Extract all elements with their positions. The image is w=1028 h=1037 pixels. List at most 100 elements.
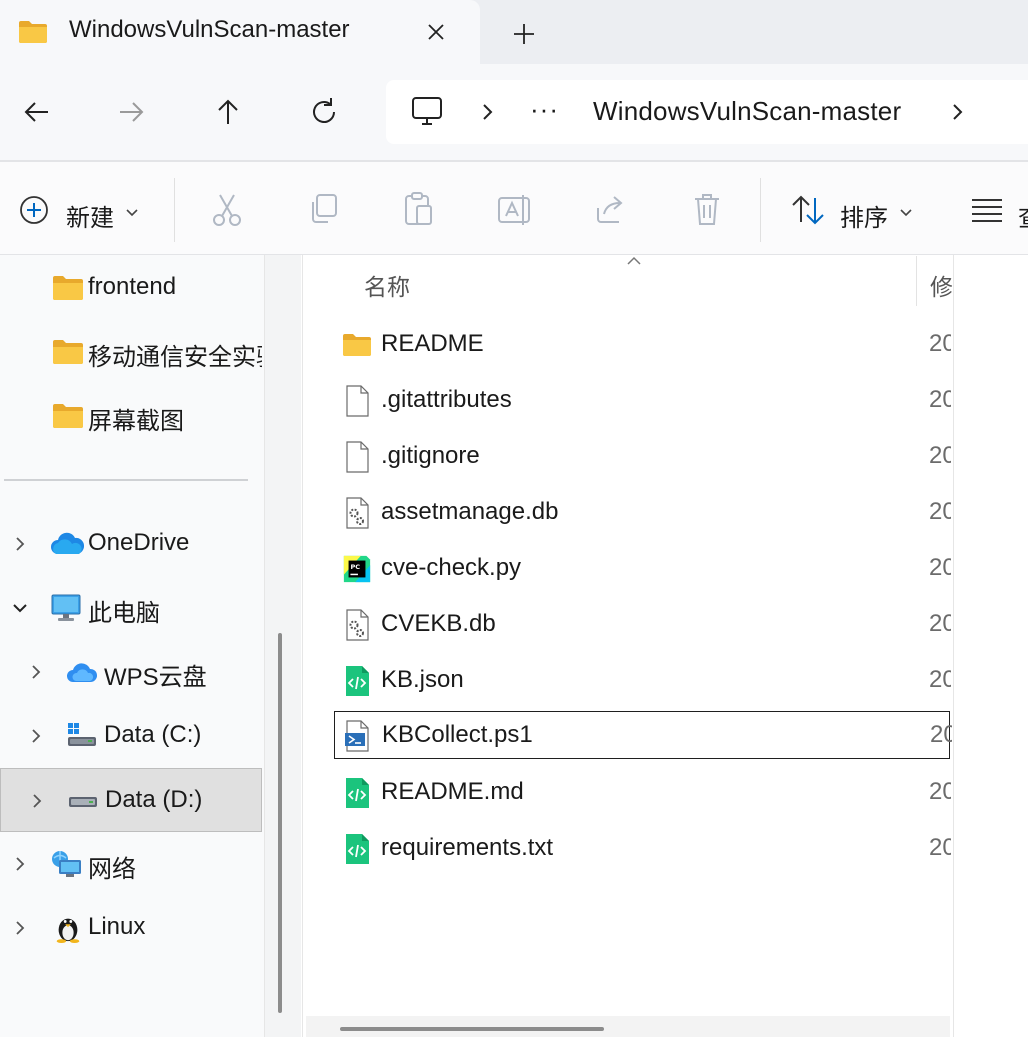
powershell-file-icon <box>345 720 369 752</box>
file-row[interactable]: README.md 20 <box>334 768 951 816</box>
chevron-right-icon[interactable] <box>10 854 30 874</box>
nav-item-label: 此电脑 <box>88 600 160 627</box>
code-file-icon <box>346 834 369 864</box>
column-header-name[interactable]: 名称 <box>364 268 410 302</box>
nav-item-linux[interactable]: Linux <box>0 897 262 959</box>
file-name: .gitignore <box>381 442 480 469</box>
up-icon[interactable] <box>208 92 248 132</box>
chevron-right-icon[interactable] <box>26 662 46 682</box>
file-date: 20 <box>929 386 951 413</box>
file-row[interactable]: .gitattributes 20 <box>334 376 951 424</box>
nav-item-this-pc[interactable]: 此电脑 <box>0 577 262 639</box>
cut-icon[interactable] <box>210 192 244 228</box>
file-name: README.md <box>381 778 524 805</box>
this-pc-address-icon[interactable] <box>410 94 444 128</box>
column-separator[interactable] <box>916 256 917 306</box>
horizontal-scrollbar-thumb[interactable] <box>340 1027 604 1031</box>
nav-item-label: frontend <box>88 273 177 300</box>
this-pc-icon <box>51 594 81 621</box>
navigation-pane: frontend 移动通信安全实验 屏幕截图 OneDrive 此电脑 WPS云… <box>0 255 300 1037</box>
blank-file-icon <box>346 385 369 417</box>
folder-icon <box>343 334 371 356</box>
back-icon[interactable] <box>18 92 58 132</box>
file-row[interactable]: PC cve-check.py 20 <box>334 544 951 592</box>
code-file-icon <box>346 778 369 808</box>
chevron-right-icon[interactable] <box>27 791 47 811</box>
folder-icon <box>53 340 83 364</box>
chevron-right-icon[interactable] <box>26 726 46 746</box>
new-tab-icon[interactable] <box>508 18 540 50</box>
settings-file-icon <box>346 497 369 529</box>
chevron-right-icon[interactable] <box>10 534 30 554</box>
drive-icon <box>69 797 97 807</box>
new-button[interactable]: 新建 <box>14 188 164 234</box>
divider <box>760 178 761 242</box>
tab-title: WindowsVulnScan-master <box>69 16 350 43</box>
nav-item-drive-d[interactable]: Data (D:) <box>0 768 262 832</box>
file-name: cve-check.py <box>381 554 522 581</box>
file-row[interactable]: .gitignore 20 <box>334 432 951 480</box>
file-name: KBCollect.ps1 <box>382 721 533 748</box>
file-name: CVEKB.db <box>381 610 496 637</box>
nav-item-screenshots[interactable]: 屏幕截图 <box>0 385 262 447</box>
nav-item-label: 屏幕截图 <box>88 408 184 435</box>
tab-active[interactable]: WindowsVulnScan-master <box>0 0 480 66</box>
view-button[interactable]: 查 <box>966 188 1028 234</box>
nav-item-label: Data (D:) <box>105 786 203 813</box>
file-date: 20 <box>929 330 951 357</box>
new-label: 新建 <box>66 205 114 232</box>
nav-pane-scrollbar-thumb[interactable] <box>278 633 282 1013</box>
file-name: .gitattributes <box>381 386 512 413</box>
nav-item-label: 移动通信安全实验 <box>88 344 262 371</box>
file-date: 20 <box>929 834 951 861</box>
view-label: 查 <box>1018 198 1028 233</box>
nav-item-label: OneDrive <box>88 529 190 556</box>
rename-icon[interactable] <box>496 192 534 228</box>
nav-item-wps-cloud[interactable]: WPS云盘 <box>0 641 262 703</box>
divider <box>174 178 175 242</box>
file-row[interactable]: KB.json 20 <box>334 656 951 704</box>
nav-item-network[interactable]: 网络 <box>0 833 262 895</box>
folder-icon <box>53 404 83 428</box>
address-current-folder[interactable]: WindowsVulnScan-master <box>593 96 901 127</box>
chevron-right-icon[interactable] <box>10 918 30 938</box>
file-row-focused[interactable]: KBCollect.ps1 20 <box>334 711 952 759</box>
paste-icon[interactable] <box>402 190 436 228</box>
file-name: README <box>381 330 484 357</box>
close-tab-icon[interactable] <box>422 18 450 46</box>
nav-pane-scrollbar[interactable] <box>264 255 301 1037</box>
svg-text:PC: PC <box>350 563 360 571</box>
system-drive-icon <box>68 723 96 746</box>
file-name: requirements.txt <box>381 834 554 861</box>
file-date: 20 <box>929 554 951 581</box>
share-icon[interactable] <box>594 192 628 226</box>
file-row[interactable]: CVEKB.db 20 <box>334 600 951 648</box>
file-row[interactable]: README 20 <box>334 320 951 368</box>
nav-item-mobile-security-lab[interactable]: 移动通信安全实验 <box>0 321 262 383</box>
file-row[interactable]: assetmanage.db 20 <box>334 488 951 536</box>
nav-item-drive-c[interactable]: Data (C:) <box>0 705 262 767</box>
delete-icon[interactable] <box>690 192 724 228</box>
folder-icon <box>53 276 83 300</box>
code-file-icon <box>346 666 369 696</box>
chevron-down-icon[interactable] <box>10 598 30 618</box>
chevron-right-icon[interactable] <box>476 100 500 124</box>
forward-icon[interactable] <box>112 92 152 132</box>
file-date: 20 <box>929 666 951 693</box>
chevron-right-icon[interactable] <box>946 100 970 124</box>
file-row[interactable]: requirements.txt 20 <box>334 824 951 872</box>
blank-file-icon <box>346 441 369 473</box>
column-header-modified[interactable]: 修 <box>930 268 952 302</box>
plus-circle-icon <box>20 196 48 224</box>
file-date: 20 <box>929 442 951 469</box>
refresh-icon[interactable] <box>304 92 344 132</box>
nav-item-label: Linux <box>88 913 146 940</box>
nav-item-onedrive[interactable]: OneDrive <box>0 513 262 575</box>
copy-icon[interactable] <box>306 192 340 226</box>
address-overflow-button[interactable]: ··· <box>530 94 559 125</box>
wps-cloud-icon <box>67 663 98 682</box>
nav-item-frontend[interactable]: frontend <box>0 257 262 319</box>
file-date: 20 <box>929 778 951 805</box>
sort-button[interactable]: 排序 <box>786 188 922 234</box>
nav-item-label: Data (C:) <box>104 721 202 748</box>
